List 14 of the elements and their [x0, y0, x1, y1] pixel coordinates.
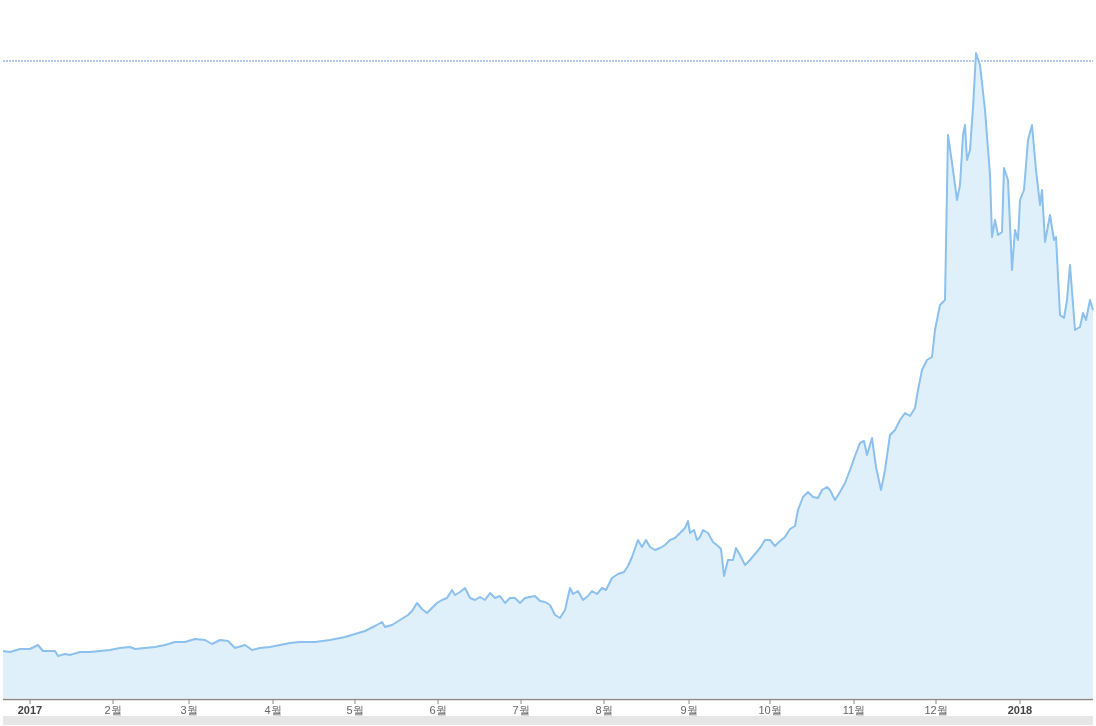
- month-label: 7월: [512, 704, 530, 716]
- month-label: 5월: [346, 704, 364, 716]
- month-label: 11월: [842, 704, 866, 716]
- month-label: 10월: [758, 704, 782, 716]
- month-label: 3월: [180, 704, 198, 716]
- month-label: 9월: [680, 704, 698, 716]
- month-label: 12월: [924, 704, 948, 716]
- month-label: 2월: [104, 704, 122, 716]
- horizontal-scrollbar[interactable]: [3, 716, 1093, 725]
- year-label: 2017: [17, 704, 43, 716]
- month-label: 4월: [264, 704, 282, 716]
- year-label: 2018: [1007, 704, 1033, 716]
- month-label: 6월: [429, 704, 447, 716]
- month-label: 8월: [595, 704, 613, 716]
